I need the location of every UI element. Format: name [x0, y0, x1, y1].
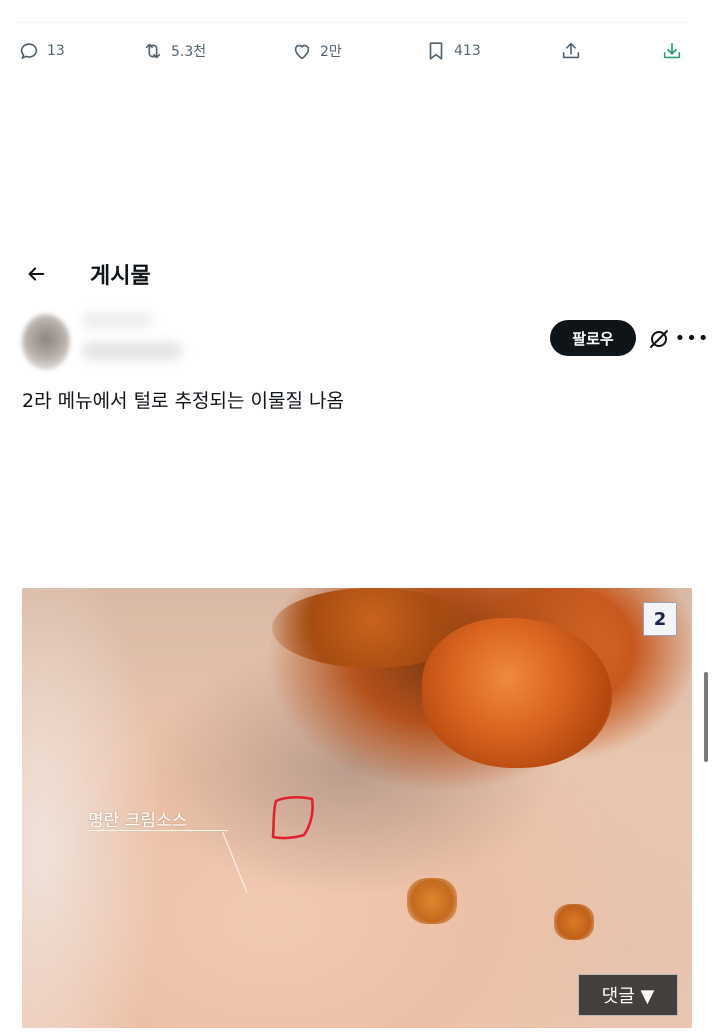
page-header: 게시물 [0, 248, 714, 300]
bookmark-count: 413 [454, 43, 481, 59]
more-options-icon[interactable]: ••• [675, 326, 709, 350]
heart-icon [291, 40, 313, 62]
follow-button[interactable]: 팔로우 [550, 320, 636, 356]
like-button[interactable]: 2만 [291, 38, 342, 64]
image-number-badge: 2 [643, 602, 677, 636]
back-arrow-icon [28, 267, 45, 281]
bookmark-icon [425, 40, 447, 62]
reply-button[interactable]: 13 [18, 38, 65, 64]
scrollbar[interactable] [704, 672, 708, 762]
author-name-blurred[interactable] [82, 312, 152, 328]
repost-button[interactable]: 5.3천 [142, 38, 206, 64]
avatar[interactable] [22, 314, 70, 370]
divider [18, 22, 688, 23]
like-count: 2만 [320, 44, 342, 60]
red-circle-marker [271, 795, 314, 840]
repost-count: 5.3천 [171, 44, 207, 60]
author-handle-blurred[interactable] [82, 342, 182, 360]
back-button[interactable] [22, 260, 50, 288]
caption-underline [88, 830, 228, 831]
download-icon [661, 40, 683, 62]
share-icon [560, 40, 582, 62]
post-image[interactable]: 2 명란 크림소스 댓글 ▼ [22, 588, 692, 1028]
comment-toggle-button[interactable]: 댓글 ▼ [578, 974, 678, 1016]
bookmark-button[interactable]: 413 [425, 38, 481, 64]
image-crumb [554, 904, 594, 940]
image-crumb [407, 878, 457, 924]
share-button[interactable] [560, 38, 582, 64]
page-title: 게시물 [90, 264, 151, 289]
image-caption-label: 명란 크림소스 [88, 811, 188, 831]
caption-pointer-line [222, 831, 248, 894]
reply-count: 13 [47, 43, 65, 59]
action-bar: 13 5.3천 2만 413 [0, 28, 714, 76]
reply-icon [18, 40, 40, 62]
repost-icon [142, 40, 164, 62]
post-text: 2라 메뉴에서 털로 추정되는 이물질 나옴 [22, 390, 344, 412]
grok-icon[interactable] [647, 327, 671, 351]
download-button[interactable] [661, 38, 683, 64]
image-fried-chicken [422, 618, 612, 768]
